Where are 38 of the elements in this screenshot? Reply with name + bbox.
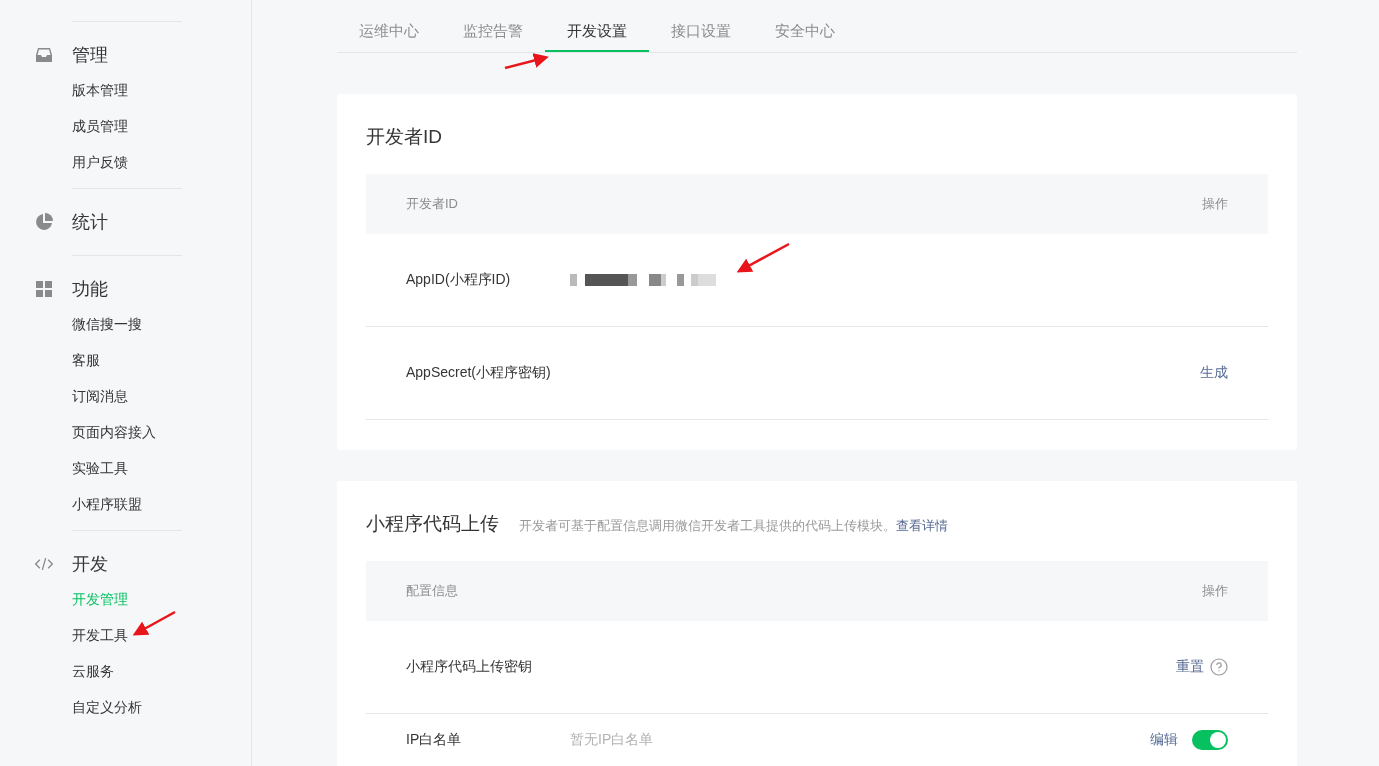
sidebar-item[interactable]: 开发工具 <box>72 617 128 653</box>
toggle-switch[interactable] <box>1192 730 1228 750</box>
inbox-tray-icon <box>34 45 54 65</box>
sidebar-item[interactable]: 成员管理 <box>72 108 128 144</box>
column-header: 开发者ID <box>406 195 458 213</box>
sidebar-item[interactable]: 页面内容接入 <box>72 414 156 450</box>
column-header: 操作 <box>1202 582 1228 600</box>
action-link[interactable]: 编辑 <box>1150 731 1178 749</box>
sidebar-group-title[interactable]: 功能 <box>72 277 108 301</box>
tab[interactable]: 开发设置 <box>545 0 649 52</box>
action-link[interactable]: 重置 <box>1176 658 1204 676</box>
details-link[interactable]: 查看详情 <box>896 518 948 533</box>
sidebar-item[interactable]: 客服 <box>72 342 100 378</box>
pie-chart-icon <box>34 212 54 232</box>
column-header: 操作 <box>1202 195 1228 213</box>
row-label: IP白名单 <box>406 731 463 749</box>
row-label: AppSecret(小程序密钥) <box>406 364 552 382</box>
card-title: 开发者ID <box>366 125 442 149</box>
sidebar-group-title[interactable]: 统计 <box>72 210 108 234</box>
sidebar-item[interactable]: 实验工具 <box>72 450 128 486</box>
sidebar-group-title[interactable]: 管理 <box>72 43 108 67</box>
sidebar-group-title[interactable]: 开发 <box>72 552 108 576</box>
sidebar-item[interactable]: 自定义分析 <box>72 689 142 725</box>
sidebar-item[interactable]: 订阅消息 <box>72 378 128 414</box>
row-label: AppID(小程序ID) <box>406 271 512 289</box>
grid-icon <box>34 279 54 299</box>
column-header: 配置信息 <box>406 582 458 600</box>
sidebar-item[interactable]: 小程序联盟 <box>72 486 142 522</box>
row-label: 小程序代码上传密钥 <box>406 658 533 676</box>
card-title: 小程序代码上传 <box>366 512 499 536</box>
action-link[interactable]: 生成 <box>1200 364 1228 382</box>
card-description: 开发者可基于配置信息调用微信开发者工具提供的代码上传模块。查看详情 <box>519 517 948 535</box>
sidebar-item[interactable]: 用户反馈 <box>72 144 128 180</box>
help-icon[interactable] <box>1210 658 1228 676</box>
sidebar-item[interactable]: 云服务 <box>72 653 114 689</box>
sidebar-item[interactable]: 微信搜一搜 <box>72 306 142 342</box>
sidebar-item[interactable]: 版本管理 <box>72 72 128 108</box>
row-value: 暂无IP白名单 <box>570 731 654 749</box>
